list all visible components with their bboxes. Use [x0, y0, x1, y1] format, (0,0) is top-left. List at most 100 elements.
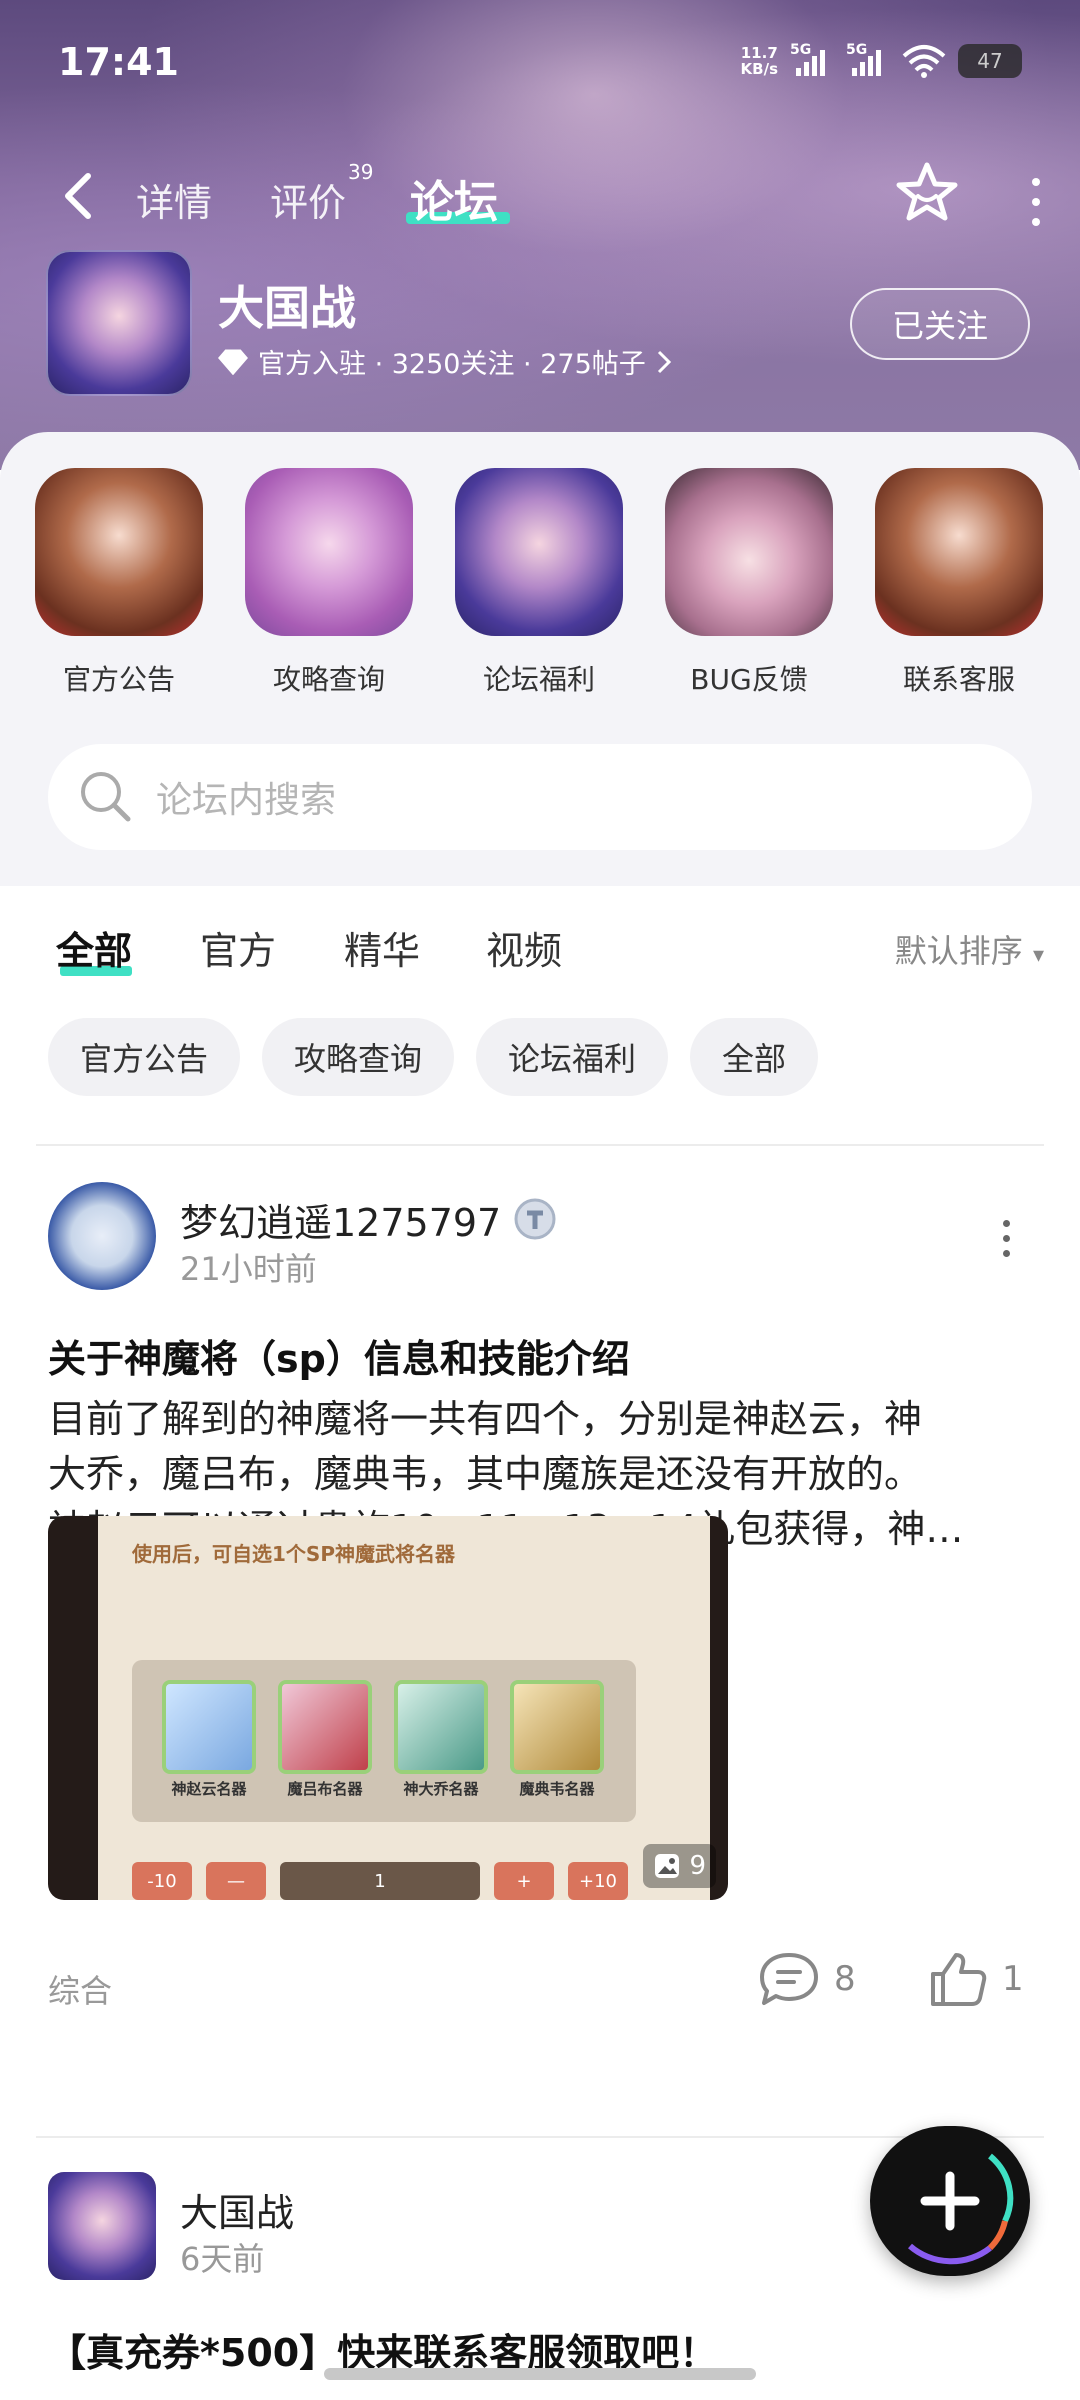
weapon-icon: [510, 1680, 604, 1774]
item-slot: 魔吕布名器: [278, 1680, 372, 1799]
back-arrow-icon[interactable]: [60, 170, 96, 231]
comment-button[interactable]: 8: [758, 1950, 856, 2008]
sim2-label: 5G: [846, 42, 868, 58]
post-time: 6天前: [180, 2240, 265, 2278]
item-slot: 神赵云名器: [162, 1680, 256, 1799]
post-author[interactable]: 梦幻逍遥1275797: [180, 1192, 559, 1247]
quick-entry-customer-service[interactable]: 联系客服: [874, 468, 1044, 698]
plus-icon: [908, 2153, 1014, 2265]
chip-all[interactable]: 全部: [690, 1018, 819, 1096]
quantity-controls: -10 — 1 + +10: [132, 1862, 636, 1900]
top-nav: 详情 评价 39 论坛: [60, 160, 1040, 240]
chip-official-notice[interactable]: 官方公告: [48, 1018, 241, 1096]
sort-dropdown[interactable]: 默认排序 ▾: [895, 926, 1044, 972]
post-author[interactable]: 大国战: [180, 2182, 294, 2237]
like-button[interactable]: 1: [928, 1950, 1024, 2008]
reviews-count-badge: 39: [348, 160, 374, 184]
post-author-name: 大国战: [180, 2191, 295, 2235]
quick-entry-label: 联系客服: [902, 663, 1015, 696]
item-slot: 神大乔名器: [394, 1680, 488, 1799]
item-name: 魔吕布名器: [287, 1780, 363, 1798]
net-speed: 11.7 KB/s: [741, 45, 778, 77]
filter-tab-all[interactable]: 全部: [56, 920, 132, 975]
item-shelf: 神赵云名器 魔吕布名器 神大乔名器 魔典韦名器: [132, 1660, 636, 1822]
post-category: 综合: [48, 1972, 113, 2010]
quick-entry-image: [245, 468, 413, 636]
tab-reviews[interactable]: 评价: [270, 172, 346, 227]
quick-entry-label: BUG反馈: [690, 663, 808, 696]
create-post-button[interactable]: [870, 2126, 1030, 2276]
chevron-right-icon: [657, 350, 671, 373]
follow-button[interactable]: 已关注: [850, 288, 1030, 360]
post-body-line: 目前了解到的神魔将一共有四个，分别是神赵云，神: [48, 1397, 923, 1441]
tab-details[interactable]: 详情: [136, 172, 212, 227]
post-body-line: 大乔，魔吕布，魔典韦，其中魔族是还没有开放的。: [48, 1452, 923, 1496]
post-image-content: 使用后，可自选1个SP神魔武将名器 神赵云名器 魔吕布名器 神大乔名器 魔典韦名…: [98, 1516, 710, 1900]
star-icon[interactable]: [894, 160, 960, 230]
diamond-icon: [218, 349, 248, 375]
status-time: 17:41: [58, 40, 179, 84]
avatar[interactable]: [48, 2172, 156, 2280]
minus-ten-button: -10: [132, 1862, 192, 1900]
battery-level: 47: [977, 49, 1003, 73]
quick-entry-image: [875, 468, 1043, 636]
quick-entry-image: [665, 468, 833, 636]
sort-label: 默认排序: [894, 932, 1023, 970]
image-count: 9: [689, 1851, 706, 1881]
minus-button: —: [206, 1862, 266, 1900]
comment-icon: [760, 1953, 818, 2005]
category-chips: 官方公告 攻略查询 论坛福利 全部: [48, 1018, 819, 1096]
post-title: 关于神魔将（sp）信息和技能介绍: [48, 1337, 630, 1381]
chip-guide[interactable]: 攻略查询: [262, 1018, 455, 1096]
gallery-icon: [655, 1854, 680, 1878]
filter-tab-featured[interactable]: 精华: [344, 920, 420, 975]
post-image[interactable]: 使用后，可自选1个SP神魔武将名器 神赵云名器 魔吕布名器 神大乔名器 魔典韦名…: [48, 1516, 728, 1900]
quick-entry-guide[interactable]: 攻略查询: [244, 468, 414, 698]
caret-down-icon: ▾: [1032, 943, 1044, 968]
more-options-icon[interactable]: [1032, 178, 1040, 226]
image-caption: 使用后，可自选1个SP神魔武将名器: [132, 1542, 455, 1566]
wifi-icon: [902, 45, 946, 78]
filter-tab-video[interactable]: 视频: [486, 920, 562, 975]
divider: [36, 1144, 1044, 1146]
game-meta[interactable]: 官方入驻 · 3250关注 · 275帖子: [218, 342, 672, 381]
plus-button: +: [494, 1862, 554, 1900]
filter-tab-official[interactable]: 官方: [200, 920, 276, 975]
plus-ten-button: +10: [568, 1862, 628, 1900]
user-level-badge-icon: [514, 1198, 556, 1239]
game-meta-text: 官方入驻 · 3250关注 · 275帖子: [258, 349, 646, 380]
more-options-icon[interactable]: [1003, 1220, 1010, 1257]
quick-entry-image: [455, 468, 623, 636]
status-icons: 11.7 KB/s 5G 5G 47: [741, 42, 1022, 78]
quick-entry-official-notice[interactable]: 官方公告: [34, 468, 204, 698]
game-name: 大国战: [218, 281, 356, 335]
search-icon: [81, 772, 131, 822]
quick-entry-image: [35, 468, 203, 636]
signal-icon: 5G: [846, 42, 890, 76]
forum-entry-panel: 官方公告 攻略查询 论坛福利 BUG反馈 联系客服 论坛内搜索: [0, 432, 1080, 886]
item-name: 神赵云名器: [171, 1780, 247, 1798]
net-speed-value: 11.7: [740, 44, 778, 62]
image-count-badge: 9: [643, 1844, 716, 1888]
game-avatar: [46, 250, 192, 396]
like-count: 1: [1002, 1959, 1024, 1999]
quick-entry-bug-report[interactable]: BUG反馈: [664, 468, 834, 698]
signal-icon: 5G: [790, 42, 834, 76]
weapon-icon: [162, 1680, 256, 1774]
post-author-name: 梦幻逍遥1275797: [180, 1201, 502, 1245]
search-input[interactable]: 论坛内搜索: [48, 744, 1032, 850]
thumbs-up-icon: [931, 1953, 987, 2006]
home-indicator[interactable]: [324, 2368, 756, 2380]
quick-entry-label: 论坛福利: [482, 663, 595, 696]
tab-forum[interactable]: 论坛: [410, 166, 498, 230]
filter-tabs: 全部 官方 精华 视频 默认排序 ▾: [56, 916, 1044, 986]
fan-icon: [394, 1680, 488, 1774]
item-name: 魔典韦名器: [519, 1780, 595, 1798]
chip-welfare[interactable]: 论坛福利: [476, 1018, 669, 1096]
quick-entry-label: 攻略查询: [272, 663, 385, 696]
avatar[interactable]: [48, 1182, 156, 1290]
quick-entry-welfare[interactable]: 论坛福利: [454, 468, 624, 698]
item-name: 神大乔名器: [403, 1780, 479, 1798]
sim1-label: 5G: [790, 42, 812, 58]
post-card[interactable]: 梦幻逍遥1275797 21小时前 关于神魔将（sp）信息和技能介绍 目前了解到…: [48, 1182, 1032, 2142]
